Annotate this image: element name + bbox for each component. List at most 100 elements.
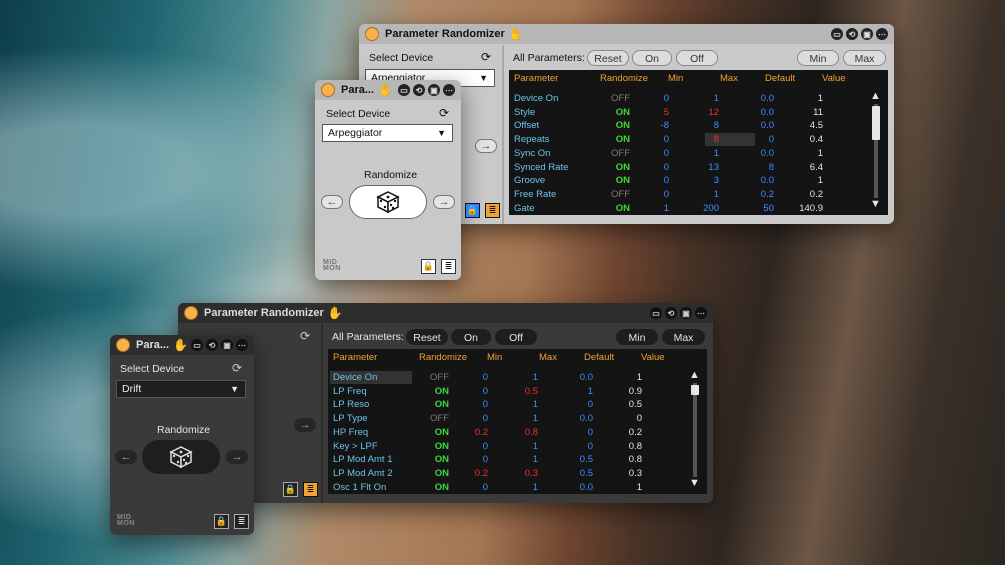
collapse-icon[interactable]: ▭ [398, 84, 410, 96]
scroll-down-icon[interactable]: ▼ [689, 477, 700, 489]
cell-default[interactable]: 8 [769, 162, 774, 173]
cell-max[interactable]: 13 [708, 162, 719, 173]
cell-default[interactable]: 0.0 [761, 107, 774, 118]
compact-window-titlebar[interactable]: Para... ✋ ▭ ⟲ ▣ ⋯ [315, 80, 461, 100]
cell-default[interactable]: 0 [769, 134, 774, 145]
cell-default[interactable]: 0 [588, 399, 593, 410]
table-row[interactable]: Device On OFF 0 1 0.0 1 [328, 371, 689, 385]
cell-default[interactable]: 0.0 [580, 413, 593, 424]
cell-value[interactable]: 0.8 [629, 441, 642, 452]
cell-min[interactable]: 5 [664, 107, 669, 118]
cell-max[interactable]: 200 [703, 203, 719, 214]
next-device-button[interactable]: → [475, 139, 497, 153]
scroll-thumb[interactable] [691, 385, 699, 395]
cell-max[interactable]: 3 [714, 175, 719, 186]
cell-default[interactable]: 0 [588, 441, 593, 452]
table-row[interactable]: LP Mod Amt 1 ON 0 1 0.5 0.8 [328, 453, 689, 467]
cell-min[interactable]: 1 [664, 203, 669, 214]
cell-min[interactable]: 0 [483, 386, 488, 397]
collapse-icon[interactable]: ▭ [831, 28, 843, 40]
save-icon[interactable]: ▣ [221, 339, 233, 351]
cell-randomize[interactable]: ON [435, 386, 449, 397]
cell-max[interactable]: 8 [714, 120, 719, 131]
cell-randomize[interactable]: ON [435, 441, 449, 452]
cell-default[interactable]: 0.2 [761, 189, 774, 200]
scroll-thumb[interactable] [872, 106, 880, 140]
table-row[interactable]: Offset ON -8 8 0.0 4.5 [509, 119, 870, 133]
bottom-window-titlebar[interactable]: Parameter Randomizer ✋ ▭ ⟲ ▣ ⋯ [178, 303, 713, 323]
cell-min[interactable]: 0 [483, 413, 488, 424]
hand-icon[interactable]: ✋ [173, 338, 188, 352]
hand-icon[interactable]: ✋ [328, 306, 343, 320]
all-on-button[interactable]: On [451, 329, 491, 345]
cell-default[interactable]: 0.0 [761, 148, 774, 159]
cell-max[interactable]: 1 [533, 441, 538, 452]
cell-value[interactable]: 140.9 [799, 203, 823, 214]
cell-value[interactable]: 1 [818, 93, 823, 104]
cell-randomize[interactable]: ON [616, 120, 630, 131]
cell-min[interactable]: 0 [483, 482, 488, 493]
settings-toggle-icon[interactable]: ≣ [485, 203, 500, 218]
cell-max[interactable]: 12 [708, 107, 719, 118]
cell-min[interactable]: 0 [483, 399, 488, 410]
compact-window-titlebar[interactable]: Para... ✋ ▭ ⟲ ▣ ⋯ [110, 335, 254, 355]
cell-value[interactable]: 1 [818, 148, 823, 159]
table-row[interactable]: HP Freq ON 0.2 0.8 0 0.2 [328, 426, 689, 440]
cell-max[interactable]: 1 [714, 189, 719, 200]
cell-value[interactable]: 0.4 [810, 134, 823, 145]
cell-default[interactable]: 1 [588, 386, 593, 397]
device-select[interactable]: Drift ▼ [116, 380, 246, 398]
table-row[interactable]: Device On OFF 0 1 0.0 1 [509, 92, 870, 106]
cell-value[interactable]: 11 [813, 107, 823, 118]
table-scrollbar[interactable]: ▲ ▼ [688, 369, 702, 493]
next-device-button[interactable]: → [294, 418, 316, 432]
cell-value[interactable]: 0.2 [810, 189, 823, 200]
cell-randomize[interactable]: OFF [611, 189, 630, 200]
cell-value[interactable]: 1 [637, 482, 642, 493]
reset-button[interactable]: Reset [587, 50, 629, 66]
cell-max[interactable]: 8 [714, 134, 719, 145]
window-status-dot[interactable] [365, 27, 379, 41]
cell-randomize[interactable]: ON [435, 399, 449, 410]
cell-value[interactable]: 0.8 [629, 454, 642, 465]
all-max-button[interactable]: Max [843, 50, 886, 66]
table-row[interactable]: Synced Rate ON 0 13 8 6.4 [509, 161, 870, 175]
randomize-button[interactable] [349, 185, 427, 219]
cell-randomize[interactable]: OFF [430, 372, 449, 383]
table-row[interactable]: LP Reso ON 0 1 0 0.5 [328, 398, 689, 412]
hot-swap-icon[interactable]: ⟲ [846, 28, 858, 40]
collapse-icon[interactable]: ▭ [650, 307, 662, 319]
cell-value[interactable]: 1 [637, 372, 642, 383]
settings-toggle-icon[interactable]: ≣ [303, 482, 318, 497]
randomize-button[interactable] [142, 440, 220, 474]
cell-default[interactable]: 0.0 [761, 93, 774, 104]
cell-default[interactable]: 0 [588, 427, 593, 438]
table-row[interactable]: Style ON 5 12 0.0 11 [509, 106, 870, 120]
hand-icon[interactable]: ✋ [509, 27, 524, 41]
cell-min[interactable]: 0.2 [475, 468, 488, 479]
cell-max[interactable]: 1 [714, 93, 719, 104]
cell-min[interactable]: 0 [664, 175, 669, 186]
cell-min[interactable]: 0.2 [475, 427, 488, 438]
device-select[interactable]: Arpeggiator ▼ [322, 124, 453, 142]
cell-randomize[interactable]: OFF [611, 93, 630, 104]
cell-value[interactable]: 0 [637, 413, 642, 424]
save-icon[interactable]: ▣ [680, 307, 692, 319]
cell-max[interactable]: 0.8 [525, 427, 538, 438]
next-device-button[interactable]: → [226, 450, 248, 464]
table-row[interactable]: Gate ON 1 200 50 140.9 [509, 202, 870, 216]
cell-min[interactable]: -8 [661, 120, 669, 131]
all-min-button[interactable]: Min [797, 50, 839, 66]
cell-randomize[interactable]: ON [435, 454, 449, 465]
cell-randomize[interactable]: ON [616, 203, 630, 214]
cell-default[interactable]: 0.0 [580, 372, 593, 383]
cell-min[interactable]: 0 [664, 134, 669, 145]
table-row[interactable]: Sync On OFF 0 1 0.0 1 [509, 147, 870, 161]
reset-button[interactable]: Reset [406, 329, 448, 345]
cell-max[interactable]: 0.5 [525, 386, 538, 397]
all-on-button[interactable]: On [632, 50, 672, 66]
hot-swap-icon[interactable]: ⟲ [413, 84, 425, 96]
cell-min[interactable]: 0 [664, 93, 669, 104]
cell-value[interactable]: 0.9 [629, 386, 642, 397]
collapse-icon[interactable]: ▭ [191, 339, 203, 351]
